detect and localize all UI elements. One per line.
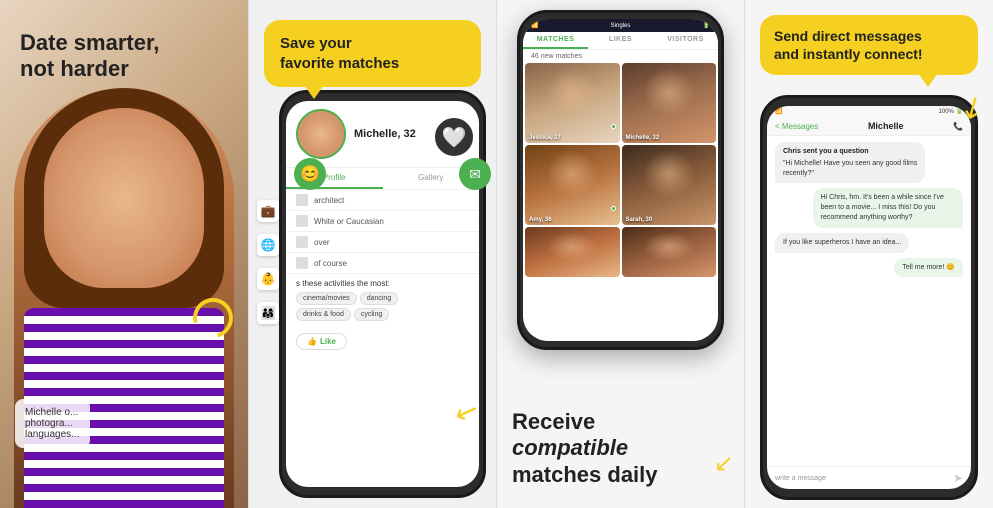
face-overlay-p5 (546, 232, 598, 262)
top-status-bar-4: 📶 100% 🔋 (767, 106, 971, 117)
wifi-status: 📶 (531, 22, 538, 29)
children-icon (296, 236, 308, 248)
grid-row-2: Amy, 36 Sarah, 30 (523, 145, 718, 225)
panel-date-smarter: Date smarter, not harder Michelle o... p… (0, 0, 248, 508)
job-icon (296, 194, 308, 206)
grid-cell-p5[interactable] (525, 227, 620, 277)
photo-sarah (622, 145, 717, 225)
panel-matches-grid: 📶 Singles 🔋 MATCHES LIKES VISITORS 46 ne… (496, 0, 744, 508)
grid-row-1: Jessica, 37 Michelle, 32 (523, 63, 718, 143)
info-name: Michelle o... (25, 407, 80, 418)
tag-cinema[interactable]: cinema/movies (296, 292, 357, 305)
woman-face (44, 108, 204, 288)
photo-p5 (525, 227, 620, 277)
signal-icon: 📶 (775, 108, 782, 115)
tag-dancing[interactable]: dancing (360, 292, 399, 305)
info-languages: languages... (25, 429, 80, 440)
info-row-smoking: of course (286, 253, 479, 274)
like-button[interactable]: 👍 Like (296, 333, 347, 350)
photo-michelle (622, 63, 717, 143)
info-row-children: over (286, 232, 479, 253)
back-to-messages[interactable]: < Messages (775, 122, 818, 131)
panel-direct-messages: Send direct messages and instantly conne… (744, 0, 993, 508)
ethnicity-icon (296, 215, 308, 227)
status-bar-3: 📶 Singles 🔋 (523, 19, 718, 32)
grid-cell-jessica[interactable]: Jessica, 37 (525, 63, 620, 143)
label-sarah: Sarah, 30 (626, 217, 653, 223)
send-icon[interactable]: ➤ (953, 471, 963, 485)
info-row-ethnicity: White or Caucasian (286, 211, 479, 232)
face-overlay-amy (546, 150, 598, 198)
sidebar-icons: 💼 🌐 👶 👨‍👩‍👧 (257, 200, 279, 324)
online-dot-jessica (611, 124, 616, 129)
info-photos: photogra... (25, 418, 80, 429)
label-jessica: Jessica, 37 (529, 135, 561, 141)
smiley-icon[interactable]: 😊 (294, 158, 326, 190)
call-icon[interactable]: 📞 (953, 122, 963, 131)
grid-row-3 (523, 227, 718, 277)
message-area: Chris sent you a question "Hi Michelle! … (767, 136, 971, 466)
label-michelle: Michelle, 32 (626, 135, 660, 141)
tag-row-1: cinema/movies dancing (296, 292, 469, 305)
message-icon[interactable]: ✉ (459, 158, 491, 190)
message-input-row: write a message ➤ (767, 466, 971, 489)
profile-name: Michelle, 32 (354, 128, 416, 140)
battery-status: 🔋 (703, 22, 710, 29)
message-input[interactable]: write a message (775, 475, 947, 482)
globe-icon: 🌐 (257, 234, 279, 256)
grid-cell-michelle[interactable]: Michelle, 32 (622, 63, 717, 143)
smoking-icon (296, 257, 308, 269)
grid-cell-amy[interactable]: Amy, 36 (525, 145, 620, 225)
baby-icon: 👶 (257, 268, 279, 290)
profile-avatar (296, 109, 346, 159)
tab-likes[interactable]: LIKES (588, 32, 653, 49)
photo-amy (525, 145, 620, 225)
speech-bubble-msg: Send direct messages and instantly conne… (760, 15, 978, 75)
phone-outer-3: 📶 Singles 🔋 MATCHES LIKES VISITORS 46 ne… (517, 10, 724, 350)
face-overlay-michelle (643, 68, 695, 116)
matches-caption: Receive compatible matches daily (512, 409, 729, 488)
info-row-job: architect (286, 190, 479, 211)
online-dot-amy (611, 206, 616, 211)
message-bubble-2: Hi Chris, hm. It's been a while since I'… (813, 188, 963, 227)
activities-section: s these activities the most: cinema/movi… (286, 274, 479, 329)
panel1-headline: Date smarter, not harder (20, 30, 159, 83)
heart-favorite-icon[interactable]: 🤍 (432, 115, 476, 159)
msg-status-bar: < Messages Michelle 📞 (767, 117, 971, 136)
phone-screen-4: 📶 100% 🔋 < Messages Michelle 📞 Chris sen… (767, 106, 971, 489)
phone-inner-3: 📶 Singles 🔋 MATCHES LIKES VISITORS 46 ne… (523, 19, 718, 341)
grid-cell-p6[interactable] (622, 227, 717, 277)
message-bubble-4: Tell me more! 😊 (894, 258, 963, 278)
face-overlay-sarah (643, 150, 695, 198)
thumbs-up-icon: 👍 (307, 337, 317, 346)
bottom-info-box: Michelle o... photogra... languages... (15, 399, 90, 448)
headline-text: Date smarter, not harder (20, 30, 159, 83)
tab-visitors[interactable]: VISITORS (653, 32, 718, 49)
tag-cycling[interactable]: cycling (354, 308, 389, 321)
label-amy: Amy, 36 (529, 217, 552, 223)
family-icon: 👨‍👩‍👧 (257, 302, 279, 324)
tag-drinks[interactable]: drinks & food (296, 308, 351, 321)
speech-bubble-save: Save your favorite matches (264, 20, 481, 87)
face-overlay-jessica (546, 68, 598, 116)
briefcase-icon: 💼 (257, 200, 279, 222)
message-bubble-1: Chris sent you a question "Hi Michelle! … (775, 142, 925, 183)
tab-matches[interactable]: MATCHES (523, 32, 588, 49)
photo-p6 (622, 227, 717, 277)
contact-name: Michelle (868, 121, 904, 131)
phone-frame-4: 📶 100% 🔋 < Messages Michelle 📞 Chris sen… (760, 95, 978, 500)
tag-row-2: drinks & food cycling (296, 308, 469, 321)
app-header-title: Singles (611, 23, 631, 29)
grid-cell-sarah[interactable]: Sarah, 30 (622, 145, 717, 225)
photo-jessica (525, 63, 620, 143)
face-overlay-p6 (643, 232, 695, 262)
activities-title: s these activities the most: (296, 279, 469, 288)
message-bubble-3: If you like superheros I have an idea... (775, 233, 909, 253)
panel-save-matches: Save your favorite matches 💼 🌐 👶 👨‍👩‍👧 🤍… (248, 0, 496, 508)
new-matches-count: 46 new matches (523, 50, 718, 63)
tabs-bar-3: MATCHES LIKES VISITORS (523, 32, 718, 50)
